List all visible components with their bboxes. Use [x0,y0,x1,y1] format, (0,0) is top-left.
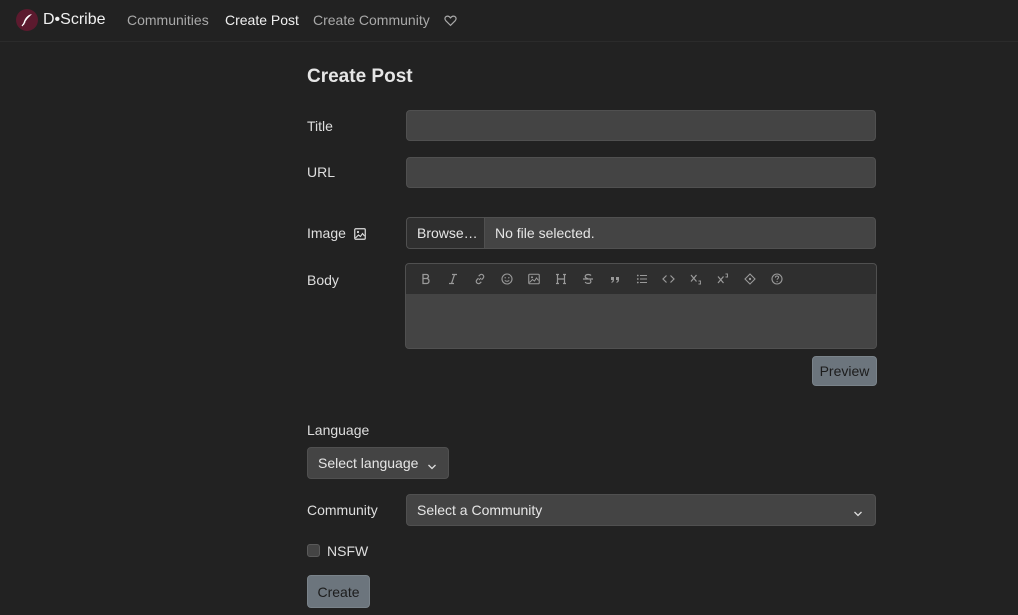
page-title: Create Post [307,66,413,87]
subscript-icon[interactable] [682,267,709,291]
quill-logo-icon [16,9,38,31]
image-icon [353,227,366,243]
body-textarea[interactable] [406,294,876,348]
superscript-icon[interactable] [709,267,736,291]
chevron-down-icon [853,506,863,522]
quote-icon[interactable] [601,267,628,291]
strikethrough-icon[interactable] [574,267,601,291]
url-input[interactable] [406,157,876,188]
image-label-group: Image [307,225,366,243]
list-icon[interactable] [628,267,655,291]
bold-icon[interactable] [412,267,439,291]
chevron-down-icon [427,459,437,475]
url-label: URL [307,164,336,180]
spoiler-icon[interactable] [736,267,763,291]
nav-create-community[interactable]: Create Community [313,12,430,28]
language-select-value: Select language [318,455,419,471]
editor-toolbar [406,264,876,294]
italic-icon[interactable] [439,267,466,291]
preview-button[interactable]: Preview [812,356,877,386]
brand-name: D•Scribe [43,11,106,28]
title-label: Title [307,118,333,134]
file-status: No file selected. [495,225,595,241]
help-icon[interactable] [763,267,790,291]
nav-communities[interactable]: Communities [127,12,209,28]
emoji-icon[interactable] [493,267,520,291]
header-icon[interactable] [547,267,574,291]
markdown-editor [405,263,877,349]
link-icon[interactable] [466,267,493,291]
image-insert-icon[interactable] [520,267,547,291]
nsfw-checkbox[interactable] [307,544,320,557]
community-select-value: Select a Community [417,502,543,518]
community-label: Community [307,502,378,518]
heart-icon[interactable] [444,14,458,28]
create-button[interactable]: Create [307,575,370,608]
browse-button[interactable]: Browse… [407,218,485,248]
community-select[interactable]: Select a Community [406,494,876,526]
language-select[interactable]: Select language [307,447,449,479]
nav-create-post[interactable]: Create Post [225,12,299,28]
title-input[interactable] [406,110,876,141]
navbar: D•Scribe Communities Create Post Create … [0,0,1018,42]
language-label: Language [307,422,370,438]
nsfw-label: NSFW [327,543,369,559]
code-icon[interactable] [655,267,682,291]
body-label: Body [307,272,339,288]
image-file-input[interactable]: Browse… No file selected. [406,217,876,249]
image-label: Image [307,225,346,241]
brand-link[interactable]: D•Scribe [16,9,106,31]
